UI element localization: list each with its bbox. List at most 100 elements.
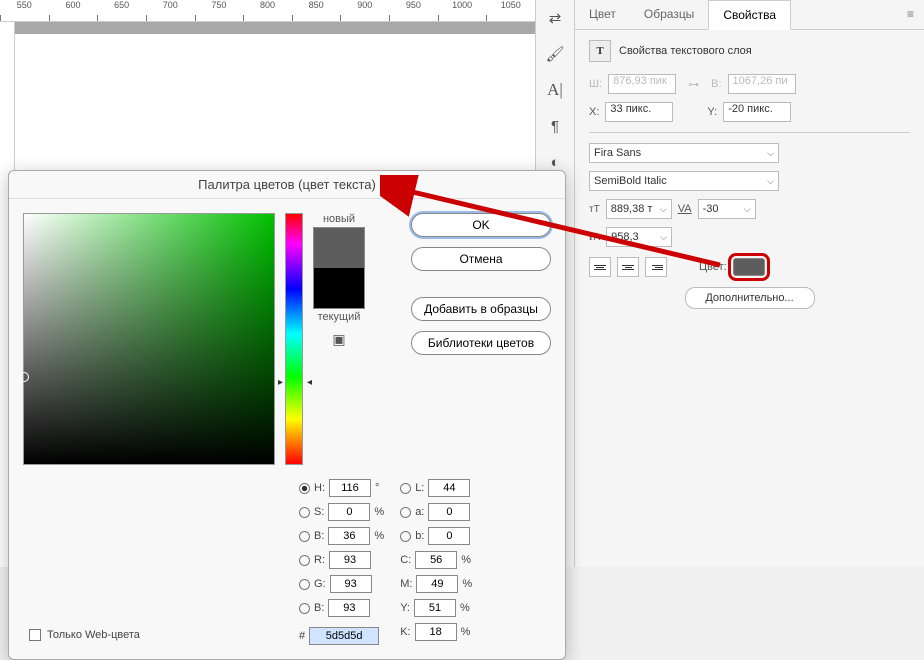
- lab-b-input[interactable]: [428, 527, 470, 545]
- g-input[interactable]: [330, 575, 372, 593]
- a-label: a:: [415, 506, 424, 518]
- height-input: 1067,26 пи: [728, 74, 796, 94]
- l-label: L:: [415, 482, 424, 494]
- b-input[interactable]: [328, 527, 370, 545]
- align-left-button[interactable]: [589, 257, 611, 277]
- h-label: H:: [314, 482, 325, 494]
- radio-bl[interactable]: [299, 603, 310, 614]
- hue-slider[interactable]: [285, 213, 303, 465]
- c-input[interactable]: [415, 551, 457, 569]
- tab-properties[interactable]: Свойства: [708, 0, 791, 30]
- bl-input[interactable]: [328, 599, 370, 617]
- l-input[interactable]: [428, 479, 470, 497]
- panel-tabs: Цвет Образцы Свойства ≡: [575, 0, 924, 30]
- radio-h[interactable]: [299, 483, 310, 494]
- color-libraries-button[interactable]: Библиотеки цветов: [411, 331, 551, 355]
- r-label: R:: [314, 554, 325, 566]
- ruler-tick: 850: [292, 0, 341, 21]
- web-only-checkbox[interactable]: Только Web-цвета: [29, 629, 140, 641]
- ruler-tick: 1000: [438, 0, 487, 21]
- ruler-tick: 800: [243, 0, 292, 21]
- radio-b[interactable]: [299, 531, 310, 542]
- tab-color[interactable]: Цвет: [575, 0, 630, 29]
- ok-button[interactable]: OK: [411, 213, 551, 237]
- hex-input[interactable]: [309, 627, 379, 645]
- y-label: Y:: [400, 602, 410, 614]
- radio-a[interactable]: [400, 507, 411, 518]
- radio-r[interactable]: [299, 555, 310, 566]
- font-size-icon: тT: [589, 204, 600, 215]
- b-label: B:: [314, 530, 324, 542]
- layer-type-icon: T: [589, 40, 611, 62]
- stamp-icon[interactable]: 🖌: [543, 42, 567, 66]
- s-input[interactable]: [328, 503, 370, 521]
- k-input[interactable]: [415, 623, 457, 641]
- tracking-input[interactable]: -30: [698, 199, 756, 219]
- x-label: X:: [589, 106, 599, 118]
- align-center-button[interactable]: [617, 257, 639, 277]
- lab-b-label: b:: [415, 530, 424, 542]
- leading-input[interactable]: 958,3: [606, 227, 672, 247]
- radio-g[interactable]: [299, 579, 310, 590]
- c-label: C:: [400, 554, 411, 566]
- add-swatch-button[interactable]: Добавить в образцы: [411, 297, 551, 321]
- x-input[interactable]: 33 пикс.: [605, 102, 673, 122]
- tab-swatches[interactable]: Образцы: [630, 0, 708, 29]
- cube-icon[interactable]: ▣: [332, 331, 345, 348]
- a-input[interactable]: [428, 503, 470, 521]
- ruler-tick: 700: [146, 0, 195, 21]
- ruler-tick: 650: [97, 0, 146, 21]
- y-input[interactable]: -20 пикс.: [723, 102, 791, 122]
- g-label: G:: [314, 578, 326, 590]
- c-unit: %: [461, 554, 471, 566]
- dialog-title: Палитра цветов (цвет текста): [9, 171, 565, 199]
- paragraph-icon[interactable]: ¶: [543, 114, 567, 138]
- saturation-value-field[interactable]: [23, 213, 275, 465]
- m-label: M:: [400, 578, 412, 590]
- current-color-preview[interactable]: [314, 268, 364, 308]
- advanced-button[interactable]: Дополнительно...: [685, 287, 815, 309]
- panel-header: Свойства текстового слоя: [619, 45, 752, 57]
- height-label: В:: [711, 78, 721, 90]
- leading-icon: t⁄A: [589, 232, 600, 243]
- panel-menu-icon[interactable]: ≡: [897, 0, 924, 29]
- new-color-label: новый: [323, 213, 355, 225]
- radio-lab-b[interactable]: [400, 531, 411, 542]
- color-picker-dialog: Палитра цветов (цвет текста) новый текущ…: [8, 170, 566, 660]
- bl-label: B:: [314, 602, 324, 614]
- link-icon: ⊶: [688, 78, 699, 91]
- radio-s[interactable]: [299, 507, 310, 518]
- history-icon[interactable]: ⇄: [543, 6, 567, 30]
- h-unit: °: [375, 482, 379, 494]
- text-color-swatch[interactable]: [733, 258, 765, 276]
- width-label: Ш:: [589, 78, 602, 90]
- align-right-button[interactable]: [645, 257, 667, 277]
- r-input[interactable]: [329, 551, 371, 569]
- hash-label: #: [299, 630, 305, 642]
- k-label: K:: [400, 626, 410, 638]
- font-size-input[interactable]: 889,38 т: [606, 199, 672, 219]
- y-input[interactable]: [414, 599, 456, 617]
- m-input[interactable]: [416, 575, 458, 593]
- ruler-tick: 550: [0, 0, 49, 21]
- b-unit: %: [374, 530, 384, 542]
- checkbox-icon: [29, 629, 41, 641]
- radio-l[interactable]: [400, 483, 411, 494]
- cancel-button[interactable]: Отмена: [411, 247, 551, 271]
- k-unit: %: [461, 626, 471, 638]
- tracking-icon: VA: [678, 203, 692, 215]
- ruler-horizontal: 550 600 650 700 750 800 850 900 950 1000…: [0, 0, 535, 22]
- y-label: Y:: [707, 106, 717, 118]
- ruler-tick: 900: [340, 0, 389, 21]
- text-color-label: Цвет:: [699, 261, 727, 273]
- current-color-label: текущий: [318, 311, 361, 323]
- sv-cursor: [19, 372, 29, 382]
- h-input[interactable]: [329, 479, 371, 497]
- web-only-label: Только Web-цвета: [47, 629, 140, 641]
- character-icon[interactable]: A|: [543, 78, 567, 102]
- font-style-dropdown[interactable]: SemiBold Italic: [589, 171, 779, 191]
- font-family-dropdown[interactable]: Fira Sans: [589, 143, 779, 163]
- m-unit: %: [462, 578, 472, 590]
- hue-pointer: [278, 377, 312, 388]
- y-unit: %: [460, 602, 470, 614]
